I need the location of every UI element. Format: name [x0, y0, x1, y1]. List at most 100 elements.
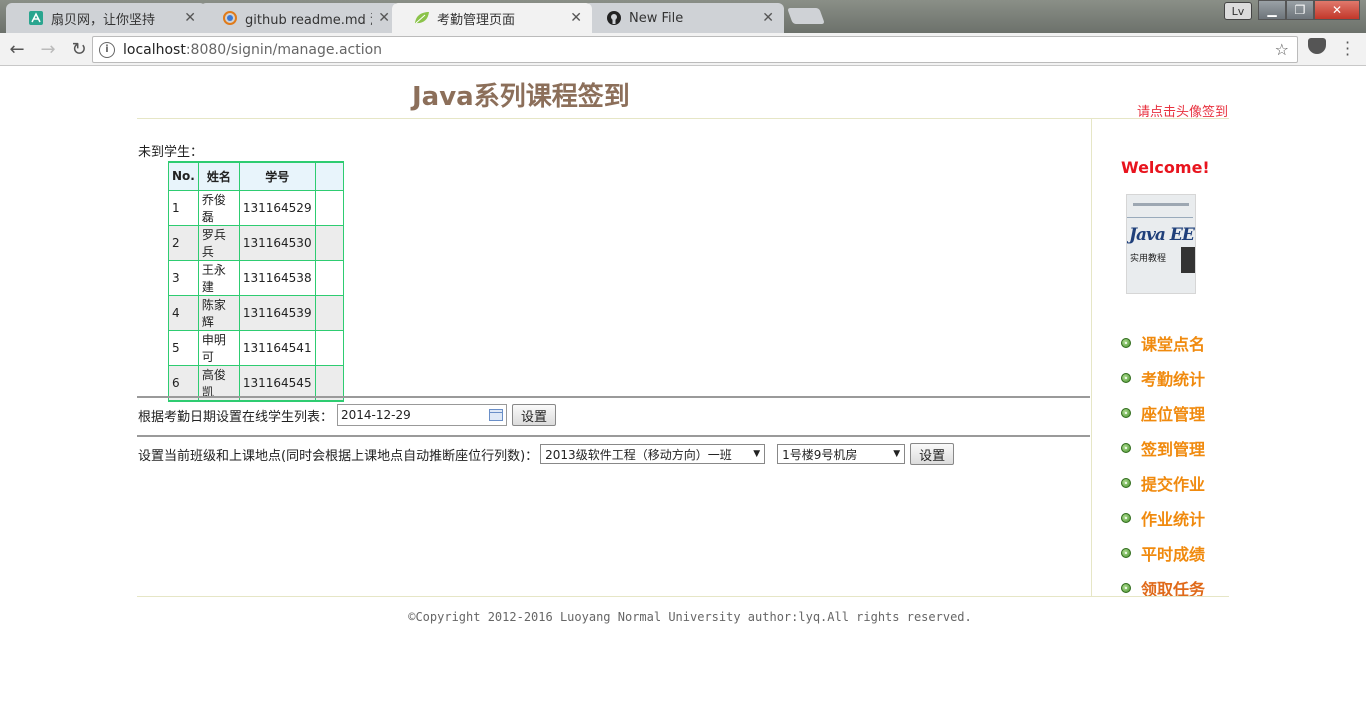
- bullet-icon: [1121, 477, 1131, 488]
- tab-strip: 扇贝网，让你坚持 ✕ github readme.md 添加 ✕ 考勤管理页面 …: [0, 0, 1366, 33]
- maximize-button[interactable]: ❐: [1286, 0, 1314, 20]
- cell-no: 1: [168, 189, 199, 226]
- page-title: Java系列课程签到: [412, 82, 630, 112]
- shanbay-icon: [28, 10, 44, 26]
- cell-extra: [314, 259, 344, 296]
- class-form: 设置当前班级和上课地点(同时会根据上课地点自动推断座位行列数)： 2013级软件…: [138, 443, 955, 465]
- bullet-icon: [1121, 372, 1131, 383]
- table-row: 1 乔俊磊 131164529: [168, 189, 344, 226]
- avatar[interactable]: Java EE 实用教程: [1126, 194, 1196, 294]
- cell-extra: [314, 329, 344, 366]
- sidebar-item-regular-grades[interactable]: 平时成绩: [1121, 535, 1205, 570]
- bullet-icon: [1121, 582, 1131, 593]
- cell-id: 131164529: [238, 189, 316, 226]
- set-date-button[interactable]: 设置: [512, 404, 557, 426]
- cell-no: 4: [168, 294, 199, 331]
- window-close-button[interactable]: ✕: [1314, 0, 1360, 20]
- github-icon: [606, 10, 622, 26]
- table-row: 3 王永建 131164538: [168, 259, 344, 296]
- tab-title: github readme.md 添加: [245, 12, 372, 28]
- new-tab-button[interactable]: [787, 8, 825, 24]
- bullet-icon: [1121, 442, 1131, 453]
- cell-name: 王永建: [197, 259, 240, 296]
- book-cover-line: [1127, 217, 1193, 218]
- divider: [137, 118, 1229, 119]
- tab-shanbay[interactable]: 扇贝网，让你坚持 ✕: [6, 3, 206, 33]
- browser-menu-icon[interactable]: · · ·: [1345, 35, 1350, 63]
- cell-name: 乔俊磊: [197, 189, 240, 226]
- column-header: No.: [168, 161, 199, 191]
- cell-name: 陈家辉: [197, 294, 240, 331]
- class-form-label: 设置当前班级和上课地点(同时会根据上课地点自动推断座位行列数)：: [138, 448, 539, 464]
- cell-id: 131164541: [238, 329, 316, 366]
- set-class-button[interactable]: 设置: [910, 443, 955, 465]
- tab-new-file[interactable]: New File ✕: [584, 3, 784, 33]
- tab-title: 考勤管理页面: [437, 12, 516, 28]
- welcome-text: Welcome!: [1121, 158, 1210, 177]
- book-cover-image: [1181, 247, 1195, 273]
- table-row: 5 申明可 131164541: [168, 329, 344, 366]
- minimize-button[interactable]: ▁: [1258, 0, 1286, 20]
- back-arrow-icon[interactable]: ←: [3, 39, 31, 60]
- bullet-icon: [1121, 407, 1131, 418]
- divider: [137, 596, 1229, 597]
- close-icon[interactable]: ✕: [378, 10, 390, 26]
- bullet-icon: [1121, 337, 1131, 348]
- class-select-value: 2013级软件工程（移动方向）一班: [545, 447, 732, 462]
- room-select[interactable]: 1号楼9号机房 ▼: [777, 444, 906, 464]
- table-row: 2 罗兵兵 131164530: [168, 224, 344, 261]
- book-cover-strip: [1133, 203, 1189, 206]
- url-text: localhost:8080/signin/manage.action: [123, 41, 383, 58]
- tab-attendance[interactable]: 考勤管理页面 ✕: [392, 3, 592, 33]
- cell-no: 3: [168, 259, 199, 296]
- sidebar-item-roll-call[interactable]: 课堂点名: [1121, 325, 1205, 360]
- forward-arrow-icon[interactable]: →: [34, 39, 62, 60]
- sidebar-menu: 课堂点名 考勤统计 座位管理 签到管理 提交作业 作业统计 平时成绩 领取任务: [1121, 325, 1205, 605]
- dropdown-arrow-icon: ▼: [753, 449, 761, 459]
- bookmark-star-icon[interactable]: ☆: [1275, 40, 1289, 59]
- column-header: 姓名: [197, 161, 240, 191]
- date-input[interactable]: 2014-12-29: [337, 404, 508, 426]
- cell-extra: [314, 294, 344, 331]
- avatar-title: Java EE: [1129, 225, 1195, 245]
- profile-button[interactable]: Lv: [1224, 2, 1252, 20]
- sidebar-item-attendance-stats[interactable]: 考勤统计: [1121, 360, 1205, 395]
- close-icon[interactable]: ✕: [570, 10, 582, 26]
- leaf-icon: [414, 10, 430, 26]
- close-icon[interactable]: ✕: [762, 10, 774, 26]
- date-value: 2014-12-29: [341, 408, 411, 422]
- sidebar-item-signin-management[interactable]: 签到管理: [1121, 430, 1205, 465]
- class-select[interactable]: 2013级软件工程（移动方向）一班 ▼: [540, 444, 766, 464]
- tab-title: 扇贝网，让你坚持: [51, 12, 156, 28]
- sidebar-item-receive-task[interactable]: 领取任务: [1121, 570, 1205, 605]
- footer-copyright: ©Copyright 2012-2016 Luoyang Normal Univ…: [408, 610, 972, 624]
- table-row: 4 陈家辉 131164539: [168, 294, 344, 331]
- column-header: [314, 161, 344, 191]
- tab-title: New File: [629, 10, 684, 26]
- sidebar-item-submit-homework[interactable]: 提交作业: [1121, 465, 1205, 500]
- calendar-icon[interactable]: [489, 409, 504, 421]
- table-header-row: No. 姓名 学号: [168, 161, 344, 191]
- sidebar-item-seat-management[interactable]: 座位管理: [1121, 395, 1205, 430]
- cell-id: 131164538: [238, 259, 316, 296]
- absent-students-table: No. 姓名 学号 1 乔俊磊 131164529 2 罗兵兵 13116453…: [168, 161, 344, 402]
- date-form: 根据考勤日期设置在线学生列表： 2014-12-29 设置: [138, 404, 557, 426]
- column-header: 学号: [238, 161, 316, 191]
- sidebar-item-homework-stats[interactable]: 作业统计: [1121, 500, 1205, 535]
- reload-icon[interactable]: ↻: [65, 39, 93, 60]
- divider: [1091, 118, 1092, 596]
- cell-id: 131164530: [238, 224, 316, 261]
- room-select-value: 1号楼9号机房: [782, 447, 858, 462]
- tab-github-readme[interactable]: github readme.md 添加 ✕: [200, 3, 400, 33]
- cell-id: 131164539: [238, 294, 316, 331]
- search-engine-icon: [222, 10, 238, 26]
- cell-extra: [314, 189, 344, 226]
- address-bar[interactable]: i localhost:8080/signin/manage.action ☆: [92, 36, 1298, 63]
- cell-no: 2: [168, 224, 199, 261]
- divider: [137, 396, 1090, 398]
- divider: [137, 435, 1090, 437]
- cell-extra: [314, 224, 344, 261]
- info-icon[interactable]: i: [99, 41, 115, 58]
- bullet-icon: [1121, 512, 1131, 523]
- close-icon[interactable]: ✕: [184, 10, 196, 26]
